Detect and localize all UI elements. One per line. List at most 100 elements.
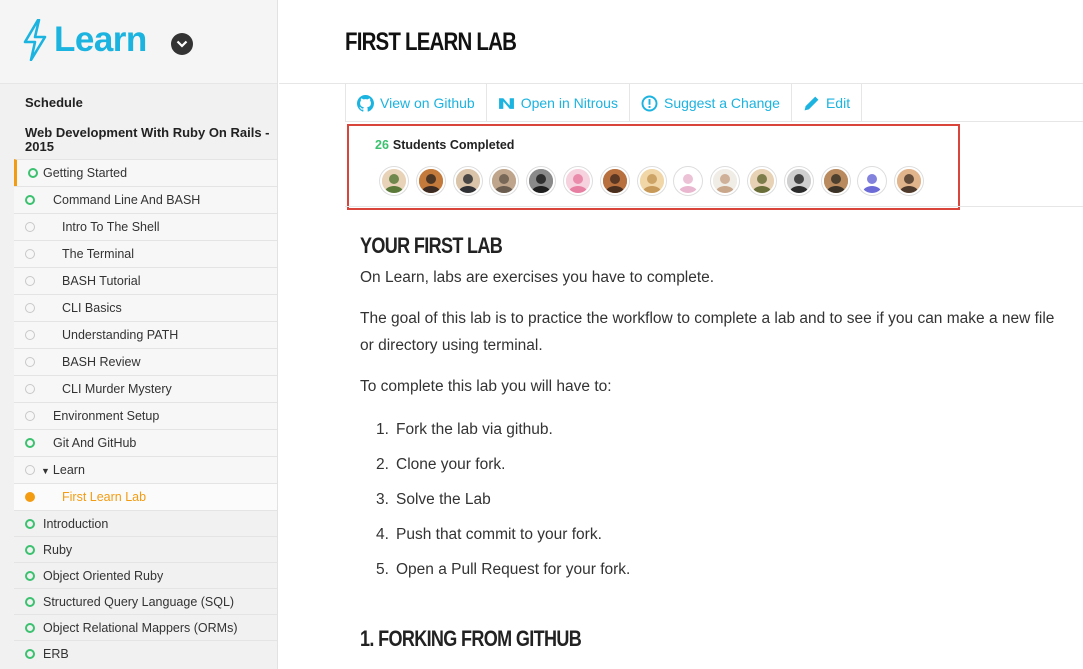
list-number: 4.: [376, 526, 389, 543]
sidebar-item-orms[interactable]: Object Relational Mappers (ORMs): [14, 614, 277, 640]
sidebar-item-label: First Learn Lab: [62, 490, 147, 504]
sidebar-item-cli-murder-mystery[interactable]: CLI Murder Mystery: [14, 375, 277, 402]
sidebar-item-the-terminal[interactable]: The Terminal: [14, 240, 277, 267]
current-status-icon: [25, 492, 35, 502]
sidebar-item-understanding-path[interactable]: Understanding PATH: [14, 321, 277, 348]
sidebar-item-label: Object Oriented Ruby: [43, 568, 164, 583]
course-title[interactable]: Web Development With Ruby On Rails - 201…: [25, 126, 275, 154]
edit-button[interactable]: Edit: [790, 84, 863, 122]
list-item-text: Clone your fork.: [396, 456, 506, 473]
avatar-image: [897, 169, 922, 193]
incomplete-status-icon: [25, 411, 35, 421]
sidebar-item-label: Git And GitHub: [53, 436, 137, 450]
sidebar-item-label: Learn: [52, 463, 85, 477]
sidebar-item-command-line-and-bash[interactable]: Command Line And BASH: [14, 186, 277, 213]
avatar-image: [382, 169, 406, 193]
complete-status-icon: [28, 168, 38, 178]
chevron-down-icon[interactable]: [171, 33, 193, 55]
list-item: 2. Clone your fork.: [376, 447, 1080, 482]
student-avatar[interactable]: [895, 167, 924, 195]
student-avatar[interactable]: [711, 167, 740, 195]
sidebar-item-bash-review[interactable]: BASH Review: [14, 348, 277, 375]
lightning-bolt-logo-icon: [23, 19, 47, 61]
complete-status-icon: [25, 518, 35, 529]
main-content: FIRST LEARN LAB View on Github Open in N…: [279, 0, 1083, 669]
pencil-icon: [804, 96, 819, 110]
nitrous-icon: [498, 97, 514, 109]
list-item-text: Open a Pull Request for your fork.: [396, 561, 631, 578]
complete-status-icon: [25, 438, 35, 448]
sidebar-item-label: Understanding PATH: [62, 328, 179, 342]
sidebar-item-label: The Terminal: [62, 247, 135, 261]
sidebar-item-label: BASH Review: [62, 355, 141, 369]
student-avatar[interactable]: [637, 167, 666, 195]
sidebar: Learn Schedule Web Development With Ruby…: [0, 0, 278, 669]
avatar-image: [492, 169, 517, 193]
sidebar-item-label: Introduction: [43, 516, 109, 531]
suggest-a-change-button[interactable]: Suggest a Change: [628, 84, 791, 122]
sidebar-item-label: ERB: [43, 646, 69, 661]
incomplete-status-icon: [25, 249, 35, 259]
list-item: 3. Solve the Lab: [376, 482, 1080, 517]
sidebar-item-learn-label: ▼ Learn: [41, 463, 85, 477]
sidebar-item-ruby[interactable]: Ruby: [14, 536, 277, 562]
section-heading: 1. FORKING FROM GITHUB: [360, 626, 582, 651]
sidebar-item-label: Ruby: [43, 542, 73, 557]
list-item: 1. Fork the lab via github.: [376, 412, 1080, 447]
sidebar-item-label: Getting Started: [43, 166, 128, 180]
student-avatar[interactable]: [416, 167, 445, 195]
logo-text[interactable]: Learn: [54, 19, 147, 61]
incomplete-status-icon: [25, 276, 35, 286]
lesson-nav-list: Getting Started Command Line And BASH In…: [14, 159, 277, 666]
sidebar-item-erb[interactable]: ERB: [14, 640, 277, 666]
sidebar-item-sql[interactable]: Structured Query Language (SQL): [14, 588, 277, 614]
section-heading: YOUR FIRST LAB: [360, 233, 503, 258]
student-avatar[interactable]: [821, 167, 850, 195]
student-avatar[interactable]: [563, 167, 592, 195]
list-number: 1.: [376, 421, 389, 438]
student-avatar[interactable]: [600, 167, 629, 195]
students-completed-count: 26: [375, 138, 389, 152]
list-number: 3.: [376, 491, 389, 508]
avatar-image: [676, 169, 701, 193]
sidebar-item-label: Intro To The Shell: [62, 220, 160, 234]
student-avatar[interactable]: [527, 167, 556, 195]
paragraph: To complete this lab you will have to:: [360, 378, 612, 395]
student-avatar[interactable]: [747, 167, 776, 195]
sidebar-item-git-and-github[interactable]: Git And GitHub: [14, 429, 277, 456]
student-avatar-row: [380, 167, 932, 195]
schedule-label[interactable]: Schedule: [25, 95, 83, 110]
student-avatar[interactable]: [453, 167, 482, 195]
sidebar-item-introduction[interactable]: Introduction: [14, 510, 277, 536]
github-icon: [357, 94, 374, 112]
list-item: 5. Open a Pull Request for your fork.: [376, 552, 1080, 587]
sidebar-item-first-learn-lab[interactable]: First Learn Lab: [14, 483, 277, 510]
complete-status-icon: [25, 596, 35, 607]
view-on-github-button[interactable]: View on Github: [345, 84, 486, 122]
avatar-image: [823, 169, 848, 193]
sidebar-item-intro-to-the-shell[interactable]: Intro To The Shell: [14, 213, 277, 240]
avatar-image: [860, 169, 885, 193]
sidebar-item-label: CLI Basics: [62, 301, 122, 315]
open-in-nitrous-button[interactable]: Open in Nitrous: [485, 84, 629, 122]
student-avatar[interactable]: [674, 167, 703, 195]
list-item-text: Push that commit to your fork.: [396, 526, 602, 543]
student-avatar[interactable]: [784, 167, 813, 195]
divider: [345, 206, 1083, 207]
avatar-image: [529, 169, 554, 193]
sidebar-item-bash-tutorial[interactable]: BASH Tutorial: [14, 267, 277, 294]
sidebar-item-getting-started[interactable]: Getting Started: [14, 159, 277, 186]
student-avatar[interactable]: [490, 167, 519, 195]
divider: [345, 121, 1083, 122]
lesson-title: FIRST LEARN LAB: [345, 28, 517, 56]
lesson-header: FIRST LEARN LAB: [279, 0, 1083, 84]
student-avatar[interactable]: [858, 167, 887, 195]
incomplete-status-icon: [25, 357, 35, 367]
sidebar-item-object-oriented-ruby[interactable]: Object Oriented Ruby: [14, 562, 277, 588]
student-avatar[interactable]: [380, 167, 408, 195]
sidebar-item-environment-setup[interactable]: Environment Setup: [14, 402, 277, 429]
sidebar-item-cli-basics[interactable]: CLI Basics: [14, 294, 277, 321]
sidebar-item-label: BASH Tutorial: [62, 274, 141, 288]
sidebar-item-label: Object Relational Mappers (ORMs): [43, 620, 238, 635]
sidebar-item-learn[interactable]: ▼ Learn: [14, 456, 277, 483]
